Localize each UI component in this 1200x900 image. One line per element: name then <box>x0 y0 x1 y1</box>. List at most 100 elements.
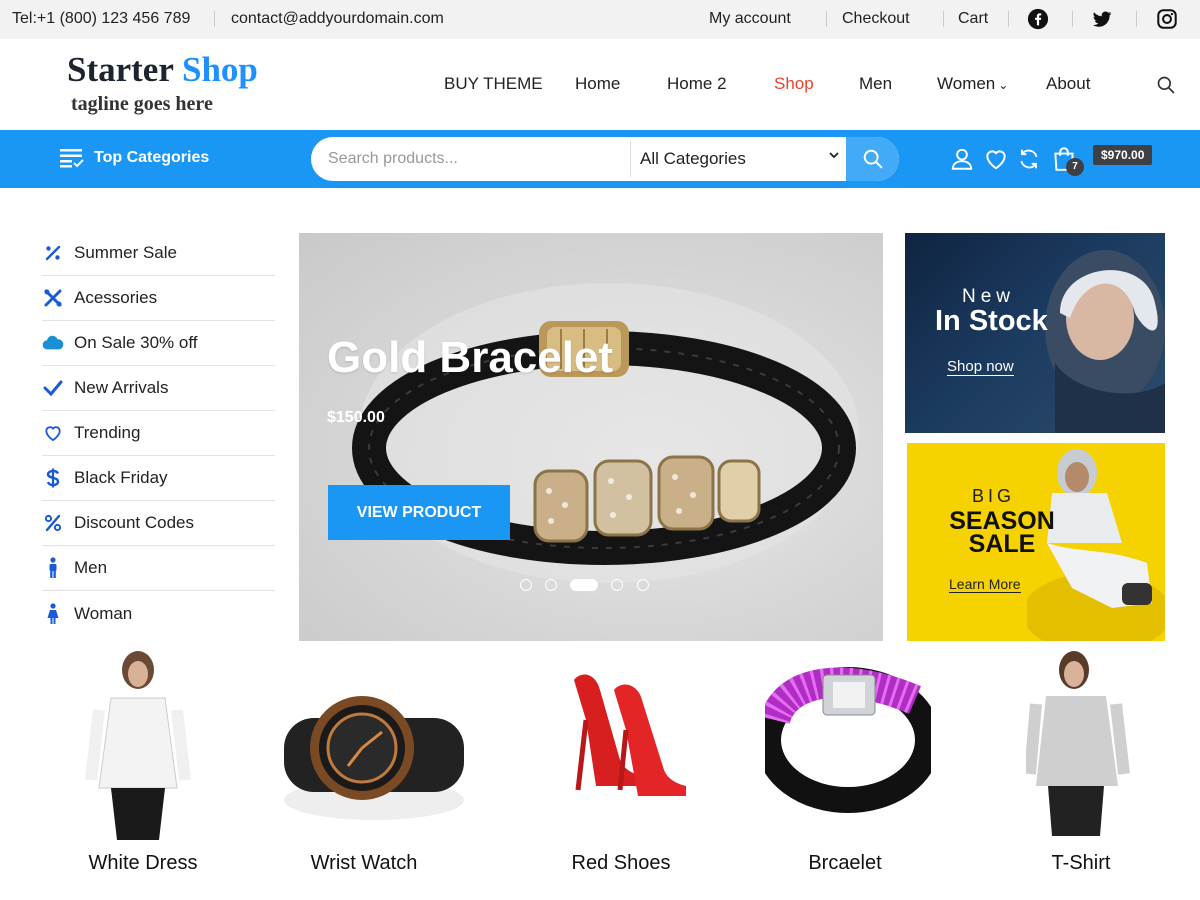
logo-accent-text: Shop <box>182 50 258 89</box>
sidebar-item-new-arrivals[interactable]: New Arrivals <box>42 366 275 411</box>
sidebar-item-woman[interactable]: Woman <box>42 591 275 636</box>
chevron-down-icon: ⌄ <box>998 78 1009 92</box>
promo2-big-text: BIG <box>972 486 1016 506</box>
cart-link[interactable]: Cart <box>958 10 988 28</box>
woman-portrait-image <box>1045 250 1165 433</box>
top-categories-label: Top Categories <box>94 149 210 166</box>
my-account-link[interactable]: My account <box>709 10 791 28</box>
slider-dot-5[interactable] <box>637 579 649 591</box>
percent-icon <box>42 242 64 264</box>
instagram-icon[interactable] <box>1156 8 1178 30</box>
sidebar-item-acessories[interactable]: Acessories <box>42 276 275 321</box>
top-bar: Tel:+1 (800) 123 456 789 contact@addyour… <box>0 0 1200 39</box>
nav-shop[interactable]: Shop <box>774 74 814 94</box>
check-icon <box>42 377 64 399</box>
phone-text: Tel:+1 (800) 123 456 789 <box>12 10 191 27</box>
product-card-white-dress[interactable]: White Dress <box>63 650 223 880</box>
product-name[interactable]: T-Shirt <box>1001 852 1161 875</box>
learn-more-link[interactable]: Learn More <box>949 576 1021 593</box>
product-card-t-shirt[interactable]: T-Shirt <box>1001 650 1161 880</box>
product-name[interactable]: Brcaelet <box>765 852 925 875</box>
percent-icon <box>42 512 64 534</box>
divider <box>1072 11 1073 27</box>
wrist-watch-image <box>284 696 464 820</box>
bracelet-product-image <box>765 667 931 813</box>
product-card-wrist-watch[interactable]: Wrist Watch <box>284 650 464 880</box>
search-icon <box>863 149 882 169</box>
site-logo[interactable]: Starter Shop <box>67 50 258 90</box>
search-button[interactable] <box>846 137 899 181</box>
male-icon <box>42 557 64 579</box>
sidebar-item-men[interactable]: Men <box>42 546 275 591</box>
promo2-season-sale-text: SEASON SALE <box>949 507 1055 558</box>
heart-icon <box>42 422 64 444</box>
sidebar-item-label: Men <box>74 558 108 577</box>
nav-about[interactable]: About <box>1046 74 1090 94</box>
product-name[interactable]: Red Shoes <box>541 852 701 875</box>
category-sidebar: Summer Sale Acessories On Sale 30% off N… <box>42 231 275 636</box>
cart-total-badge[interactable]: $970.00 <box>1093 145 1153 165</box>
sidebar-item-label: Summer Sale <box>74 243 177 262</box>
shop-now-link[interactable]: Shop now <box>947 358 1014 376</box>
new-in-stock-banner[interactable]: New In Stock Shop now <box>905 233 1165 433</box>
user-icon[interactable] <box>949 146 975 172</box>
season-sale-banner[interactable]: BIG SEASON SALE Learn More <box>907 443 1165 641</box>
email-link[interactable]: contact@addyourdomain.com <box>231 10 444 28</box>
sidebar-item-summer-sale[interactable]: Summer Sale <box>42 231 275 276</box>
divider <box>1136 11 1137 27</box>
nav-home[interactable]: Home <box>575 74 620 94</box>
site-tagline: tagline goes here <box>71 93 213 115</box>
sidebar-item-label: On Sale 30% off <box>74 333 198 352</box>
product-name[interactable]: Wrist Watch <box>284 852 444 875</box>
product-card-red-shoes[interactable]: Red Shoes <box>541 650 701 880</box>
chevron-down-icon <box>829 152 839 159</box>
female-icon <box>42 602 64 625</box>
hero-price: $150.00 <box>327 409 385 426</box>
hero-title: Gold Bracelet <box>327 333 614 382</box>
sidebar-item-label: Trending <box>74 423 141 442</box>
promo1-in-stock-text: In Stock <box>935 305 1048 337</box>
search-input[interactable] <box>311 137 629 181</box>
top-categories-toggle[interactable]: Top Categories <box>60 148 209 168</box>
hero-slider[interactable]: Gold Bracelet $150.00 VIEW PRODUCT <box>299 233 883 641</box>
product-card-bracelet[interactable]: Brcaelet <box>765 650 931 880</box>
divider <box>826 11 827 27</box>
search-icon[interactable] <box>1156 75 1176 95</box>
heart-icon[interactable] <box>983 146 1009 172</box>
dollar-icon <box>42 467 64 489</box>
red-shoes-image <box>574 674 686 796</box>
category-select-value: All Categories <box>640 149 746 168</box>
divider <box>943 11 944 27</box>
slider-dot-2[interactable] <box>545 579 557 591</box>
nav-home-2[interactable]: Home 2 <box>667 74 727 94</box>
sidebar-item-label: Woman <box>74 603 133 623</box>
divider <box>214 11 215 27</box>
product-name[interactable]: White Dress <box>63 852 223 875</box>
cart-count-badge: 7 <box>1066 158 1084 176</box>
sidebar-item-label: Discount Codes <box>74 513 195 532</box>
compare-icon[interactable] <box>1016 146 1042 172</box>
slider-dot-4[interactable] <box>611 579 623 591</box>
divider <box>1008 11 1009 27</box>
category-search-bar: Top Categories All Categories <box>0 130 1200 188</box>
slider-dot-1[interactable] <box>520 579 532 591</box>
sidebar-item-label: Black Friday <box>74 468 168 487</box>
checkout-link[interactable]: Checkout <box>842 10 910 28</box>
cloud-icon <box>42 332 64 354</box>
sidebar-item-trending[interactable]: Trending <box>42 411 275 456</box>
slider-dot-3-active[interactable] <box>570 579 598 591</box>
facebook-icon[interactable] <box>1027 8 1049 30</box>
view-product-button[interactable]: VIEW PRODUCT <box>328 485 510 540</box>
t-shirt-image <box>1026 651 1130 836</box>
sidebar-item-discount-codes[interactable]: Discount Codes <box>42 501 275 546</box>
search-form: All Categories <box>311 137 899 181</box>
logo-main-text: Starter <box>67 50 174 89</box>
sidebar-item-black-friday[interactable]: Black Friday <box>42 456 275 501</box>
nav-men[interactable]: Men <box>859 74 892 94</box>
category-select[interactable]: All Categories <box>630 141 846 177</box>
nav-buy-theme[interactable]: BUY THEME <box>444 74 543 94</box>
sidebar-item-on-sale[interactable]: On Sale 30% off <box>42 321 275 366</box>
nav-women[interactable]: Women ⌄ <box>937 74 1008 94</box>
twitter-icon[interactable] <box>1091 8 1113 30</box>
white-dress-image <box>85 651 191 840</box>
